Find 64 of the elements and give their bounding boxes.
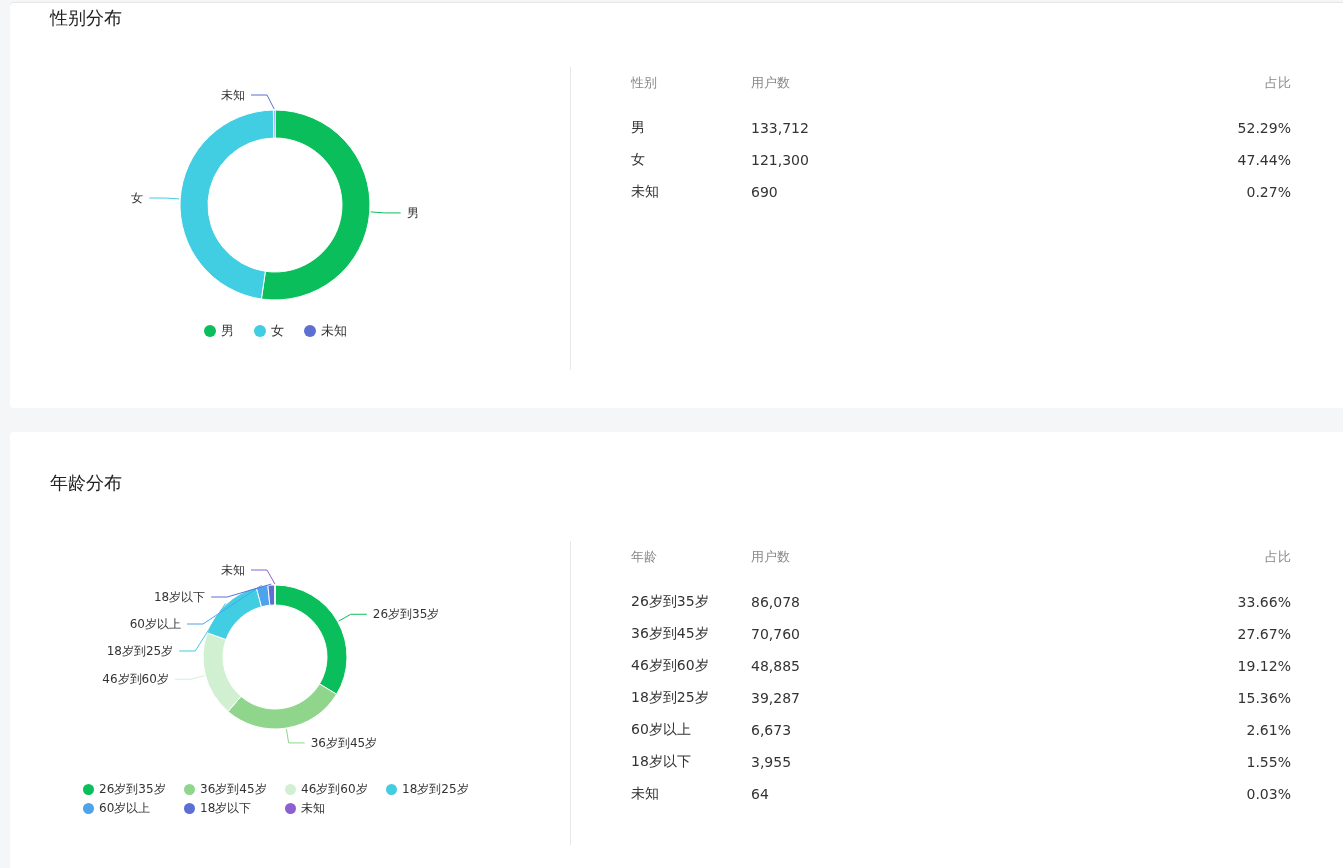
leader-line (370, 211, 402, 214)
table-cell-text: 39,287 (751, 690, 801, 706)
table-cell-text: 男 (631, 119, 646, 137)
table-cell-text: 48,885 (751, 658, 801, 674)
table-cell-text: 2.61% (1245, 722, 1291, 738)
leader-line (338, 613, 368, 622)
table-cell-text: 60岁以上 (631, 721, 692, 739)
slice-label: 60岁以上 (129, 617, 181, 631)
section-title: 性别分布 (50, 6, 123, 30)
column-header: 用户数 (751, 548, 791, 566)
legend-label: 18岁到25岁 (402, 781, 469, 798)
table-cell-text: 47.44% (1236, 152, 1291, 168)
legend-label: 60岁以上 (99, 800, 151, 817)
legend-label: 46岁到60岁 (301, 781, 368, 798)
legend-label: 36岁到45岁 (200, 781, 267, 798)
table-cell-text: 36岁到45岁 (631, 625, 710, 643)
column-header: 年龄 (631, 548, 658, 566)
slice-label: 26岁到35岁 (372, 607, 440, 622)
column-header: 性别 (631, 74, 658, 92)
table-cell-text: 27.67% (1236, 626, 1291, 642)
table-cell-text: 46岁到60岁 (631, 657, 710, 675)
column-header: 用户数 (751, 74, 791, 92)
legend-label: 26岁到35岁 (99, 781, 166, 798)
leader-line (148, 197, 180, 200)
table-cell-text: 86,078 (751, 594, 801, 610)
slice-label: 46岁到60岁 (102, 672, 169, 687)
leader-line (285, 728, 306, 744)
slice-label: 18岁到25岁 (106, 644, 174, 658)
section-title: 年龄分布 (50, 471, 123, 495)
table-cell-text: 690 (751, 184, 779, 200)
legend-label: 男 (220, 322, 234, 340)
legend-label: 18岁以下 (200, 800, 252, 817)
slice-label: 女 (131, 191, 144, 205)
table-cell-text: 18岁到25岁 (631, 689, 710, 707)
table-cell-text: 未知 (631, 183, 660, 201)
table-cell-text: 18岁以下 (631, 753, 692, 771)
column-header: 占比 (1264, 74, 1291, 92)
table-cell-text: 133,712 (751, 120, 810, 136)
slice-label: 36岁到45岁 (310, 735, 378, 750)
slice-label: 未知 (221, 88, 245, 102)
table-cell-text: 64 (751, 786, 770, 802)
slice-label: 18岁以下 (153, 590, 206, 604)
table-cell-text: 0.03% (1245, 786, 1291, 802)
leader-line (250, 94, 275, 110)
legend-label: 未知 (301, 800, 325, 817)
column-header: 占比 (1264, 548, 1291, 566)
table-cell-text: 121,300 (751, 152, 810, 168)
table-cell-text: 0.27% (1245, 184, 1291, 200)
table-cell-text: 26岁到35岁 (631, 593, 710, 611)
table-cell-text: 15.36% (1236, 690, 1291, 706)
table-cell-text: 3,955 (751, 754, 793, 770)
slice-label: 未知 (221, 563, 245, 577)
table-cell-text: 70,760 (751, 626, 801, 642)
legend-label: 女 (270, 322, 284, 340)
table-cell-text: 1.55% (1245, 754, 1291, 770)
table-cell-text: 33.66% (1236, 594, 1291, 610)
table-cell-text: 未知 (631, 785, 660, 803)
legend-label: 未知 (320, 322, 347, 340)
leader-line (174, 675, 205, 680)
table-cell-text: 52.29% (1236, 120, 1291, 136)
table-cell-text: 19.12% (1236, 658, 1291, 674)
table-cell-text: 女 (631, 151, 646, 169)
slice-label: 男 (406, 205, 419, 220)
table-cell-text: 6,673 (751, 722, 793, 738)
